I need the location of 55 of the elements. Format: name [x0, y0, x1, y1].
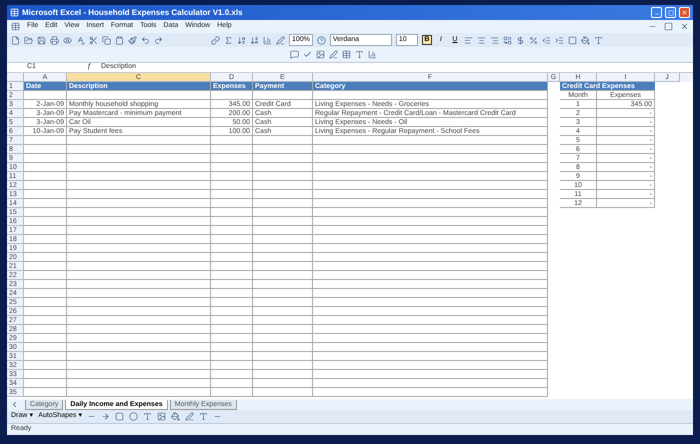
align-left-icon[interactable]: [464, 36, 473, 44]
save-icon[interactable]: [37, 36, 46, 44]
workbook-icon[interactable]: [11, 22, 20, 31]
pen-icon[interactable]: [329, 50, 338, 59]
oval-icon[interactable]: [129, 412, 138, 421]
outdent-icon[interactable]: [542, 36, 551, 44]
text-box-icon[interactable]: [143, 412, 152, 421]
text-icon[interactable]: [355, 50, 364, 59]
copy-icon[interactable]: [102, 36, 111, 44]
close-icon[interactable]: [680, 22, 689, 31]
brush-icon[interactable]: [128, 36, 137, 44]
minimize-button[interactable]: [651, 7, 662, 18]
fill-color-icon[interactable]: [171, 412, 180, 421]
pen-icon[interactable]: [276, 36, 285, 44]
fill-color-icon[interactable]: [580, 36, 590, 44]
check-icon[interactable]: [303, 50, 312, 59]
window-title: Microsoft Excel - Household Expenses Calculator V1.0.xls: [22, 6, 243, 18]
chart-icon[interactable]: [368, 50, 377, 59]
font-color-icon[interactable]: [199, 412, 208, 421]
indent-icon[interactable]: [554, 36, 564, 44]
new-icon[interactable]: [11, 36, 20, 44]
chart-icon[interactable]: [263, 36, 272, 44]
excel-icon: [10, 8, 19, 17]
picture-icon[interactable]: [157, 412, 166, 421]
folder-icon[interactable]: [24, 36, 33, 44]
help-icon[interactable]: [316, 36, 326, 44]
preview-icon[interactable]: [63, 36, 72, 44]
comment-icon[interactable]: [290, 50, 299, 59]
font-color-icon[interactable]: [594, 36, 603, 44]
sum-icon[interactable]: [224, 36, 233, 44]
borders-icon[interactable]: [568, 36, 577, 44]
currency-icon[interactable]: [516, 36, 525, 44]
restore-icon: [668, 10, 674, 16]
rectangle-icon[interactable]: [115, 412, 124, 421]
close-button[interactable]: [679, 7, 690, 18]
link-icon[interactable]: [211, 36, 220, 44]
cut-icon[interactable]: [89, 36, 98, 44]
undo-icon[interactable]: [141, 36, 150, 44]
redo-icon[interactable]: [154, 36, 163, 44]
close-icon: [681, 9, 688, 16]
paste-icon[interactable]: [115, 36, 124, 44]
sort-descending-icon[interactable]: [250, 36, 259, 44]
spelling-icon[interactable]: [76, 36, 85, 44]
percent-icon[interactable]: [528, 36, 538, 44]
align-right-icon[interactable]: [490, 36, 499, 44]
merge-icon[interactable]: [502, 36, 512, 44]
line-color-icon[interactable]: [185, 412, 194, 421]
align-center-icon[interactable]: [476, 36, 486, 44]
arrow-icon[interactable]: [101, 412, 110, 421]
table-icon[interactable]: [342, 50, 351, 59]
tab-scroll-icon[interactable]: [10, 400, 19, 409]
sort-ascending-icon[interactable]: [237, 36, 246, 44]
printer-icon[interactable]: [50, 36, 59, 44]
picture-icon[interactable]: [316, 50, 325, 59]
restore-button[interactable]: [665, 7, 676, 18]
